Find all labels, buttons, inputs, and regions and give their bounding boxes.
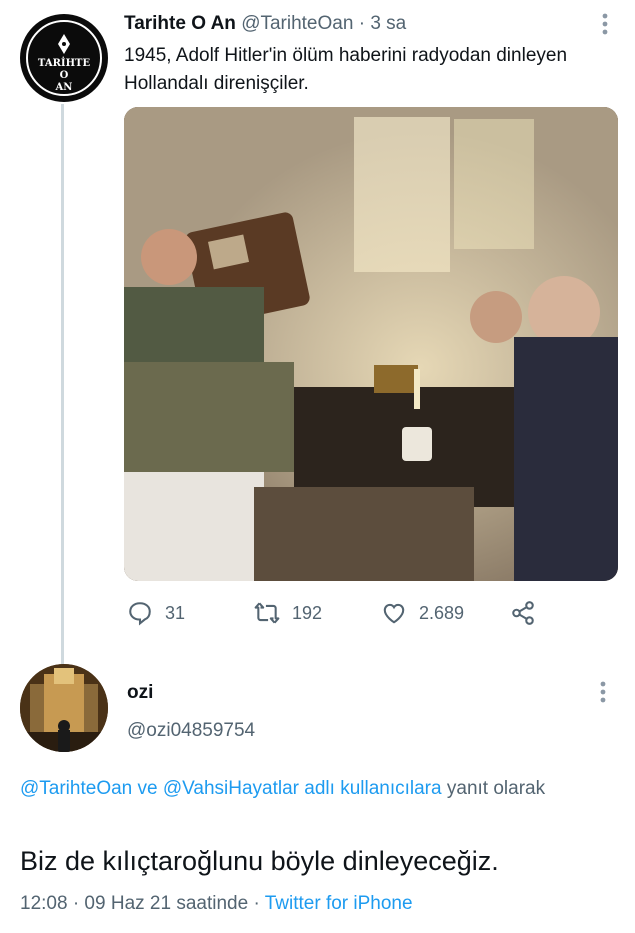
reply-count: 31 xyxy=(165,602,186,623)
photo-image xyxy=(124,107,618,581)
retweet-count: 192 xyxy=(292,602,323,623)
replying-to-mentions[interactable]: @TarihteOan ve @VahsiHayatlar adlı kulla… xyxy=(20,778,442,799)
tweet-photo[interactable] xyxy=(124,107,618,581)
reply-timestamp[interactable]: 12:08 · 09 Haz 21 saatinde xyxy=(20,893,248,914)
share-action[interactable] xyxy=(510,600,536,626)
reply-author-handle[interactable]: @ozi04859754 xyxy=(127,720,255,742)
replying-to-suffix: yanıt olarak xyxy=(441,778,546,799)
reply-avatar[interactable] xyxy=(20,664,108,752)
reply-icon xyxy=(129,602,151,626)
share-icon xyxy=(512,601,534,625)
like-count: 2.689 xyxy=(419,602,465,623)
avatar-logo-bottom: AN xyxy=(55,82,73,93)
retweet-action[interactable]: 192 xyxy=(254,600,322,626)
tweet-header: Tarihte O An @TarihteOan · 3 sa xyxy=(124,12,406,36)
thread-line xyxy=(61,104,64,664)
like-action[interactable]: 2.689 xyxy=(381,600,464,626)
reply-text: Biz de kılıçtaroğlunu böyle dinleyeceğiz… xyxy=(20,846,499,876)
reply-meta: 12:08 · 09 Haz 21 saatinde · Twitter for… xyxy=(20,891,413,917)
tweet-actions: 31 192 2.689 xyxy=(0,600,635,630)
replying-to: @TarihteOan ve @VahsiHayatlar adlı kulla… xyxy=(20,775,610,803)
like-icon xyxy=(383,603,405,624)
meta-separator: · xyxy=(248,893,265,914)
tweet-text: 1945, Adolf Hitler'in ölüm haberini rady… xyxy=(124,45,568,94)
avatar-image xyxy=(20,664,108,752)
tweet-separator: · xyxy=(358,13,366,34)
tweet-author-handle[interactable]: @TarihteOan xyxy=(241,13,353,34)
more-icon[interactable] xyxy=(598,12,612,36)
tweet-author-name[interactable]: Tarihte O An xyxy=(124,13,236,34)
reply-more-icon[interactable] xyxy=(596,680,610,704)
reply-author-name[interactable]: ozi xyxy=(127,682,153,704)
avatar-logo-top: TARİHTE xyxy=(37,58,91,69)
tweet-avatar[interactable]: TARİHTE O AN xyxy=(20,14,108,102)
reply-action[interactable]: 31 xyxy=(127,600,185,626)
avatar-logo-mid: O xyxy=(59,70,69,81)
fountain-pen-icon xyxy=(58,34,70,54)
retweet-icon xyxy=(254,602,280,624)
tweet-time[interactable]: 3 sa xyxy=(370,13,406,34)
reply-source[interactable]: Twitter for iPhone xyxy=(265,893,413,914)
